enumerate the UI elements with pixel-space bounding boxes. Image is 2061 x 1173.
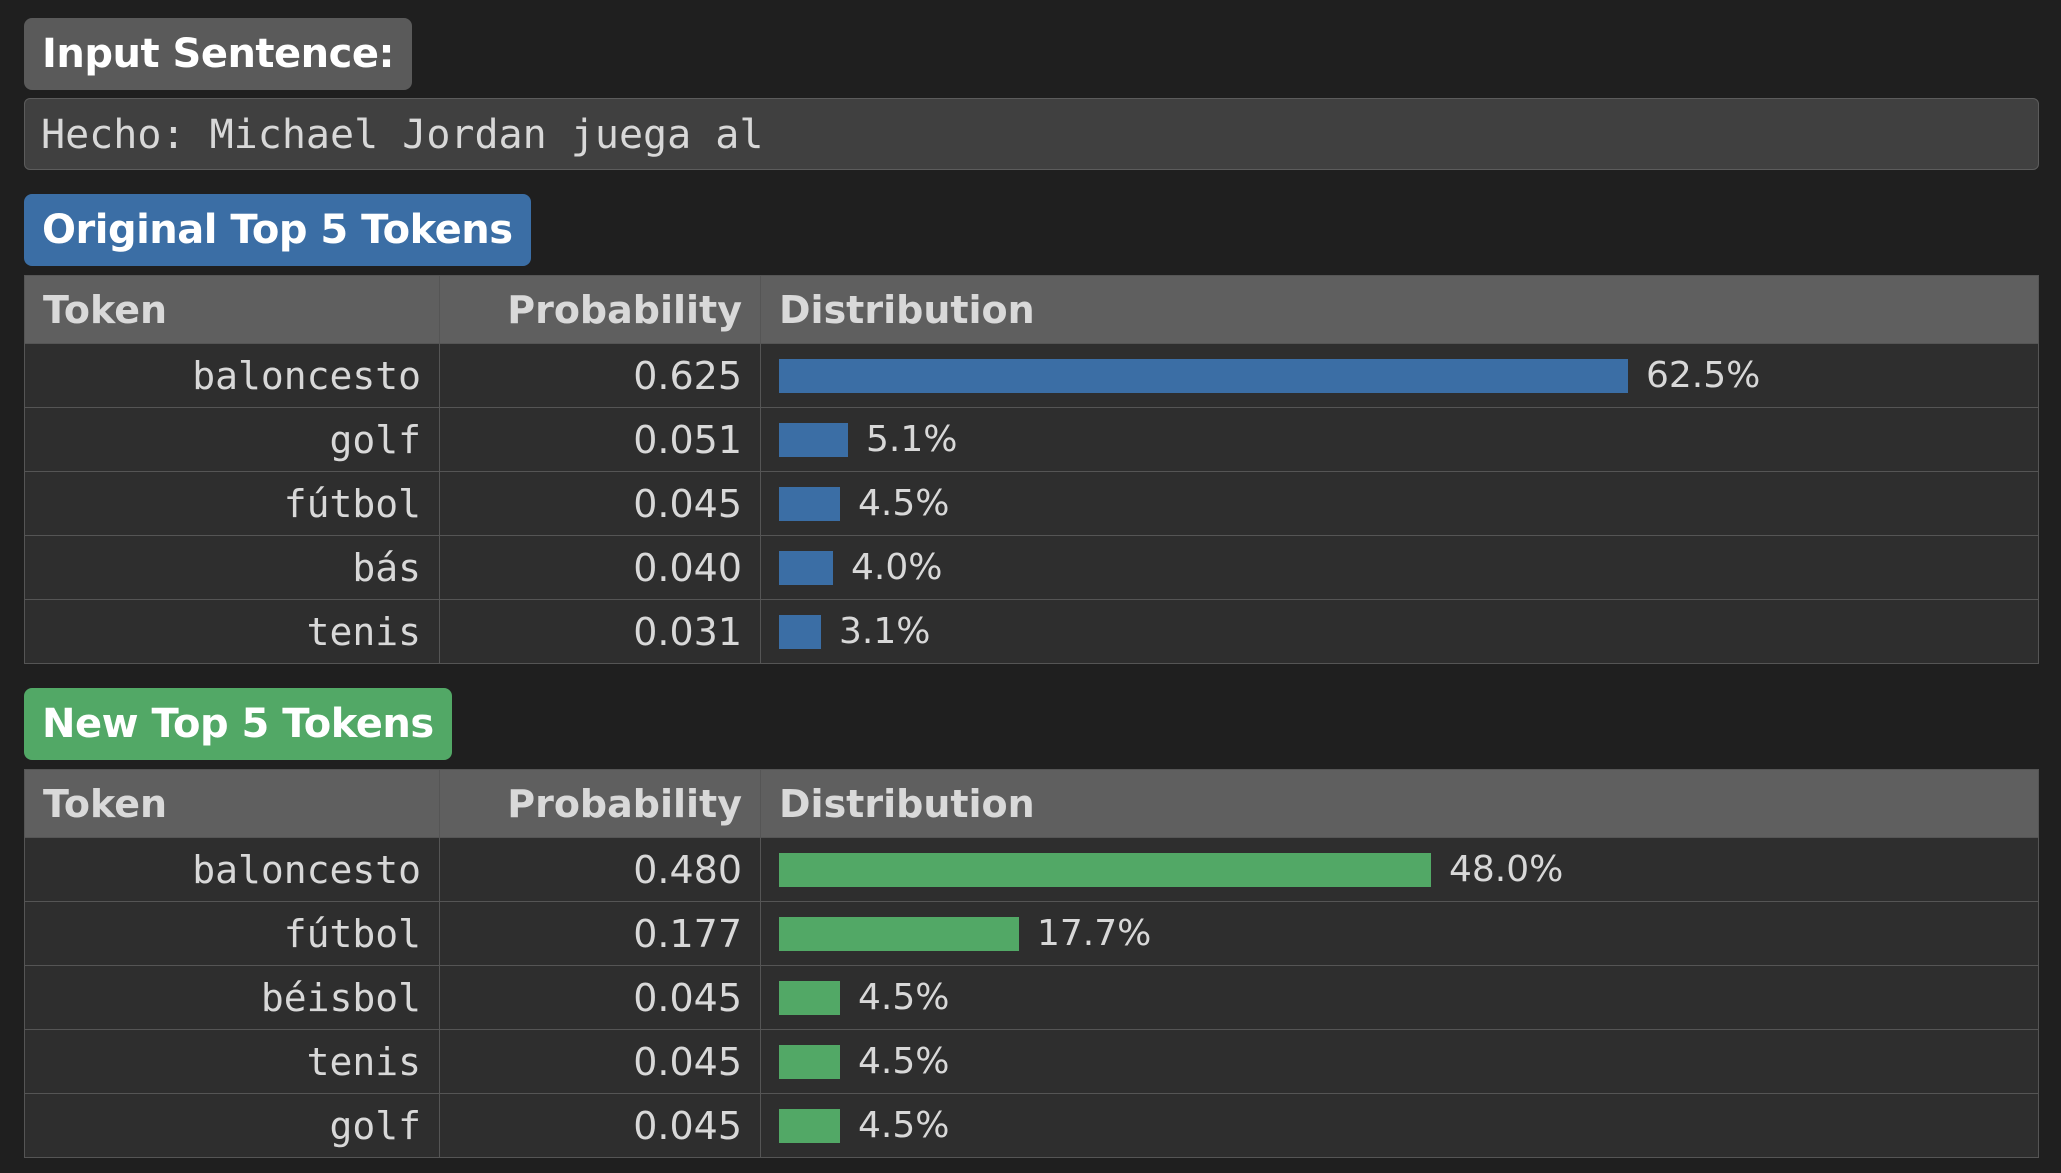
probability-cell: 0.045 [439, 471, 761, 536]
token-cell: tenis [24, 599, 440, 664]
percent-label: 62.5% [1646, 355, 1761, 396]
table-row: golf 0.045 4.5% [24, 1093, 2039, 1158]
token-cell: bás [24, 535, 440, 600]
probability-bar [779, 980, 840, 1015]
token-column-header: Token [24, 275, 440, 344]
distribution-cell: 4.5% [760, 1093, 2039, 1158]
probability-bar [779, 614, 821, 649]
probability-cell: 0.045 [439, 1093, 761, 1158]
table-row: baloncesto 0.625 62.5% [24, 343, 2039, 408]
percent-label: 48.0% [1449, 849, 1564, 890]
percent-label: 4.5% [858, 483, 950, 524]
probability-cell: 0.625 [439, 343, 761, 408]
probability-cell: 0.040 [439, 535, 761, 600]
distribution-column-header: Distribution [760, 275, 2039, 344]
probability-bar [779, 1108, 840, 1143]
token-cell: fútbol [24, 901, 440, 966]
percent-label: 17.7% [1037, 913, 1152, 954]
probability-cell: 0.480 [439, 837, 761, 902]
percent-label: 4.5% [858, 1105, 950, 1146]
percent-label: 5.1% [866, 419, 958, 460]
distribution-cell: 4.5% [760, 471, 2039, 536]
probability-bar [779, 550, 833, 585]
token-cell: tenis [24, 1029, 440, 1094]
percent-label: 4.0% [851, 547, 943, 588]
percent-label: 4.5% [858, 1041, 950, 1082]
probability-column-header: Probability [439, 769, 761, 838]
distribution-cell: 4.5% [760, 965, 2039, 1030]
percent-label: 4.5% [858, 977, 950, 1018]
table-header-row: Token Probability Distribution [24, 769, 2039, 838]
token-column-header: Token [24, 769, 440, 838]
probability-column-header: Probability [439, 275, 761, 344]
distribution-cell: 4.5% [760, 1029, 2039, 1094]
table-row: golf 0.051 5.1% [24, 407, 2039, 472]
original-tokens-table: Token Probability Distribution baloncest… [24, 275, 2039, 664]
input-sentence-label: Input Sentence: [24, 18, 412, 90]
percent-label: 3.1% [839, 611, 931, 652]
new-tokens-table: Token Probability Distribution baloncest… [24, 769, 2039, 1158]
token-cell: béisbol [24, 965, 440, 1030]
distribution-cell: 48.0% [760, 837, 2039, 902]
token-cell: baloncesto [24, 343, 440, 408]
probability-bar [779, 852, 1431, 887]
distribution-column-header: Distribution [760, 769, 2039, 838]
table-row: fútbol 0.177 17.7% [24, 901, 2039, 966]
probability-cell: 0.045 [439, 965, 761, 1030]
token-cell: baloncesto [24, 837, 440, 902]
new-tokens-title: New Top 5 Tokens [24, 688, 452, 760]
probability-cell: 0.051 [439, 407, 761, 472]
distribution-cell: 17.7% [760, 901, 2039, 966]
probability-bar [779, 422, 848, 457]
probability-cell: 0.045 [439, 1029, 761, 1094]
probability-cell: 0.177 [439, 901, 761, 966]
input-sentence-field[interactable]: Hecho: Michael Jordan juega al [24, 98, 2039, 170]
distribution-cell: 5.1% [760, 407, 2039, 472]
table-row: tenis 0.045 4.5% [24, 1029, 2039, 1094]
distribution-cell: 62.5% [760, 343, 2039, 408]
original-tokens-title: Original Top 5 Tokens [24, 194, 531, 266]
probability-cell: 0.031 [439, 599, 761, 664]
probability-bar [779, 358, 1628, 393]
token-cell: fútbol [24, 471, 440, 536]
table-row: fútbol 0.045 4.5% [24, 471, 2039, 536]
table-header-row: Token Probability Distribution [24, 275, 2039, 344]
probability-bar [779, 1044, 840, 1079]
token-cell: golf [24, 407, 440, 472]
distribution-cell: 4.0% [760, 535, 2039, 600]
table-row: bás 0.040 4.0% [24, 535, 2039, 600]
token-comparison-panel: Input Sentence: Hecho: Michael Jordan ju… [24, 18, 2039, 1158]
table-row: baloncesto 0.480 48.0% [24, 837, 2039, 902]
probability-bar [779, 916, 1019, 951]
token-cell: golf [24, 1093, 440, 1158]
probability-bar [779, 486, 840, 521]
table-row: tenis 0.031 3.1% [24, 599, 2039, 664]
distribution-cell: 3.1% [760, 599, 2039, 664]
table-row: béisbol 0.045 4.5% [24, 965, 2039, 1030]
